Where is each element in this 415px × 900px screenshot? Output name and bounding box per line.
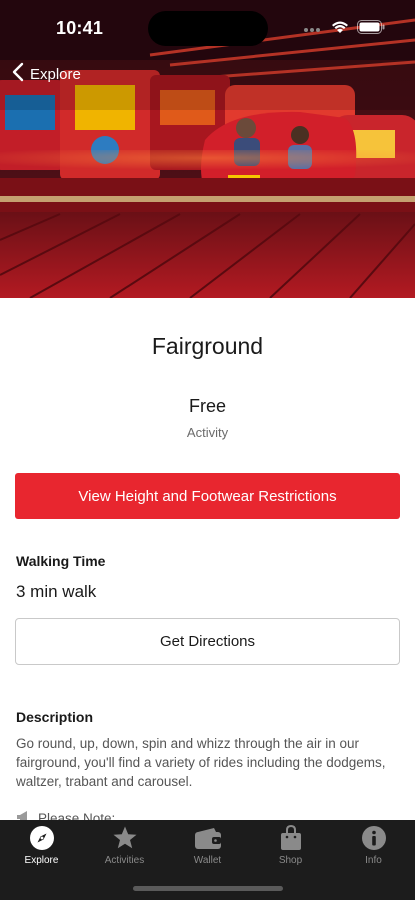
note: Please Note:	[16, 810, 115, 820]
view-restrictions-button[interactable]: View Height and Footwear Restrictions	[15, 473, 400, 519]
status-icons	[303, 20, 385, 39]
walking-time-value: 3 min walk	[16, 582, 97, 601]
wifi-icon	[331, 20, 349, 39]
dynamic-island	[148, 11, 268, 46]
status-bar: 10:41	[0, 0, 415, 56]
tab-shop[interactable]: Shop	[249, 824, 332, 872]
megaphone-icon	[16, 810, 32, 820]
tab-wallet[interactable]: Wallet	[166, 824, 249, 872]
tab-info[interactable]: Info	[332, 824, 415, 872]
chevron-left-icon	[12, 62, 24, 86]
tab-label: Info	[365, 855, 382, 866]
tab-label: Wallet	[193, 855, 222, 866]
shopping-bag-icon	[279, 824, 303, 852]
tab-activities[interactable]: Activities	[83, 824, 166, 872]
attraction-price: Free	[188, 396, 226, 416]
compass-icon	[29, 824, 55, 852]
walking-time-label: Walking Time	[16, 553, 106, 569]
note-label: Please Note:	[38, 811, 116, 820]
signal-dots-icon	[303, 21, 323, 39]
back-label: Explore	[30, 65, 81, 83]
back-button[interactable]: Explore	[12, 62, 81, 86]
attraction-details: Fairground Free Activity View Height and…	[0, 298, 415, 820]
tab-explore[interactable]: Explore	[0, 824, 83, 872]
tab-label: Activities	[104, 855, 145, 866]
battery-icon	[357, 20, 385, 39]
star-icon	[112, 824, 138, 852]
get-directions-button[interactable]: Get Directions	[15, 618, 400, 665]
wallet-icon	[194, 824, 222, 852]
attraction-type: Activity	[186, 425, 229, 440]
description-label: Description	[16, 709, 94, 725]
tab-label: Shop	[278, 855, 303, 866]
status-time: 10:41	[56, 18, 104, 38]
attraction-title: Fairground	[151, 333, 264, 359]
description-text: Go round, up, down, spin and whizz throu…	[16, 736, 386, 789]
info-icon	[361, 824, 387, 852]
home-indicator[interactable]	[133, 886, 283, 891]
tab-label: Explore	[24, 855, 59, 866]
